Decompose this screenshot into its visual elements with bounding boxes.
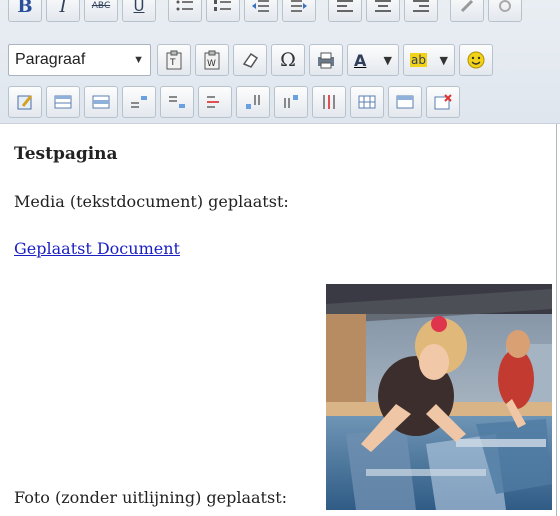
split-cells-icon bbox=[358, 95, 376, 109]
bold-button[interactable]: B bbox=[8, 0, 42, 22]
underline-button[interactable]: U bbox=[122, 0, 156, 22]
highlight-color-icon: ab bbox=[410, 53, 427, 67]
paste-text-button[interactable]: T bbox=[157, 44, 191, 76]
align-right-icon bbox=[413, 0, 429, 12]
insert-link-button[interactable] bbox=[450, 0, 484, 22]
table-icon bbox=[54, 95, 72, 109]
editor-toolbar: B I ABC U Paragraaf ▼ T W Ω A ▼ ab ▼ bbox=[0, 0, 560, 124]
clipboard-icon: T bbox=[166, 50, 182, 70]
merge-cells-button[interactable] bbox=[388, 86, 422, 118]
numbered-list-icon bbox=[214, 0, 231, 11]
insert-column-after-button[interactable] bbox=[274, 86, 308, 118]
document-link[interactable]: Geplaatst Document bbox=[14, 239, 180, 258]
svg-text:W: W bbox=[207, 59, 216, 69]
text-color-icon: A bbox=[354, 50, 367, 70]
page-heading: Testpagina bbox=[14, 144, 118, 164]
column-insert-before-icon bbox=[246, 95, 260, 109]
bullet-list-icon bbox=[176, 0, 193, 11]
svg-text:T: T bbox=[169, 58, 176, 68]
edit-css-button[interactable] bbox=[8, 86, 42, 118]
row-delete-icon bbox=[207, 96, 219, 108]
bold-button-label: B bbox=[17, 0, 33, 17]
toolbar-row-3 bbox=[8, 84, 464, 120]
italic-button[interactable]: I bbox=[46, 0, 80, 22]
align-center-button[interactable] bbox=[366, 0, 400, 22]
toolbar-row-2: Paragraaf ▼ T W Ω A ▼ ab ▼ bbox=[8, 42, 497, 78]
outdent-icon bbox=[252, 0, 269, 12]
text-color-button[interactable]: A ▼ bbox=[347, 44, 399, 76]
indent-button[interactable] bbox=[282, 0, 316, 22]
remove-format-button[interactable] bbox=[233, 44, 267, 76]
format-select[interactable]: Paragraaf ▼ bbox=[8, 44, 151, 76]
printer-icon bbox=[318, 52, 334, 69]
eraser-icon bbox=[242, 52, 259, 68]
italic-button-label: I bbox=[59, 0, 67, 17]
column-delete-icon bbox=[323, 95, 335, 109]
numbered-list-button[interactable] bbox=[206, 0, 240, 22]
unlink-button[interactable] bbox=[488, 0, 522, 22]
strikethrough-button-label: ABC bbox=[91, 1, 111, 11]
toolbar-row-1: B I ABC U bbox=[8, 0, 526, 24]
row-insert-after-icon bbox=[169, 96, 185, 108]
media-paragraph: Media (tekstdocument) geplaatst: bbox=[14, 192, 289, 211]
underline-button-label: U bbox=[133, 0, 145, 15]
delete-column-button[interactable] bbox=[312, 86, 346, 118]
smiley-icon bbox=[467, 51, 485, 69]
strikethrough-button[interactable]: ABC bbox=[84, 0, 118, 22]
delete-table-button[interactable] bbox=[426, 86, 460, 118]
indent-icon bbox=[291, 0, 307, 12]
outdent-button[interactable] bbox=[244, 0, 278, 22]
insert-column-before-button[interactable] bbox=[236, 86, 270, 118]
inserted-photo[interactable] bbox=[326, 284, 552, 510]
emoticon-button[interactable] bbox=[459, 44, 493, 76]
edit-style-icon bbox=[17, 95, 33, 110]
align-right-button[interactable] bbox=[404, 0, 438, 22]
editor-content[interactable]: Testpagina Media (tekstdocument) geplaat… bbox=[0, 124, 557, 516]
merge-cells-icon bbox=[396, 95, 414, 109]
table-row-props-button[interactable] bbox=[84, 86, 118, 118]
format-select-value: Paragraaf bbox=[15, 51, 86, 68]
highlight-color-button[interactable]: ab ▼ bbox=[403, 44, 455, 76]
insert-table-button[interactable] bbox=[46, 86, 80, 118]
unlink-icon bbox=[499, 0, 511, 12]
clipboard-word-icon: W bbox=[204, 50, 220, 70]
chevron-down-icon: ▼ bbox=[133, 54, 144, 66]
paste-word-button[interactable]: W bbox=[195, 44, 229, 76]
delete-row-button[interactable] bbox=[198, 86, 232, 118]
bullet-list-button[interactable] bbox=[168, 0, 202, 22]
table-delete-icon bbox=[434, 94, 452, 110]
insert-row-before-button[interactable] bbox=[122, 86, 156, 118]
table-row-icon bbox=[92, 95, 110, 109]
align-center-icon bbox=[375, 0, 391, 12]
row-insert-before-icon bbox=[131, 96, 147, 108]
photo-image bbox=[326, 284, 552, 510]
chevron-down-icon: ▼ bbox=[439, 53, 448, 67]
print-button[interactable] bbox=[309, 44, 343, 76]
split-cells-button[interactable] bbox=[350, 86, 384, 118]
align-left-button[interactable] bbox=[328, 0, 362, 22]
align-left-icon bbox=[337, 0, 353, 12]
photo-paragraph: Foto (zonder uitlijning) geplaatst: bbox=[14, 488, 288, 507]
chevron-down-icon: ▼ bbox=[383, 53, 392, 67]
special-character-button[interactable]: Ω bbox=[271, 44, 305, 76]
omega-icon: Ω bbox=[280, 49, 296, 71]
column-insert-after-icon bbox=[284, 95, 298, 108]
insert-row-after-button[interactable] bbox=[160, 86, 194, 118]
link-icon bbox=[460, 0, 474, 13]
